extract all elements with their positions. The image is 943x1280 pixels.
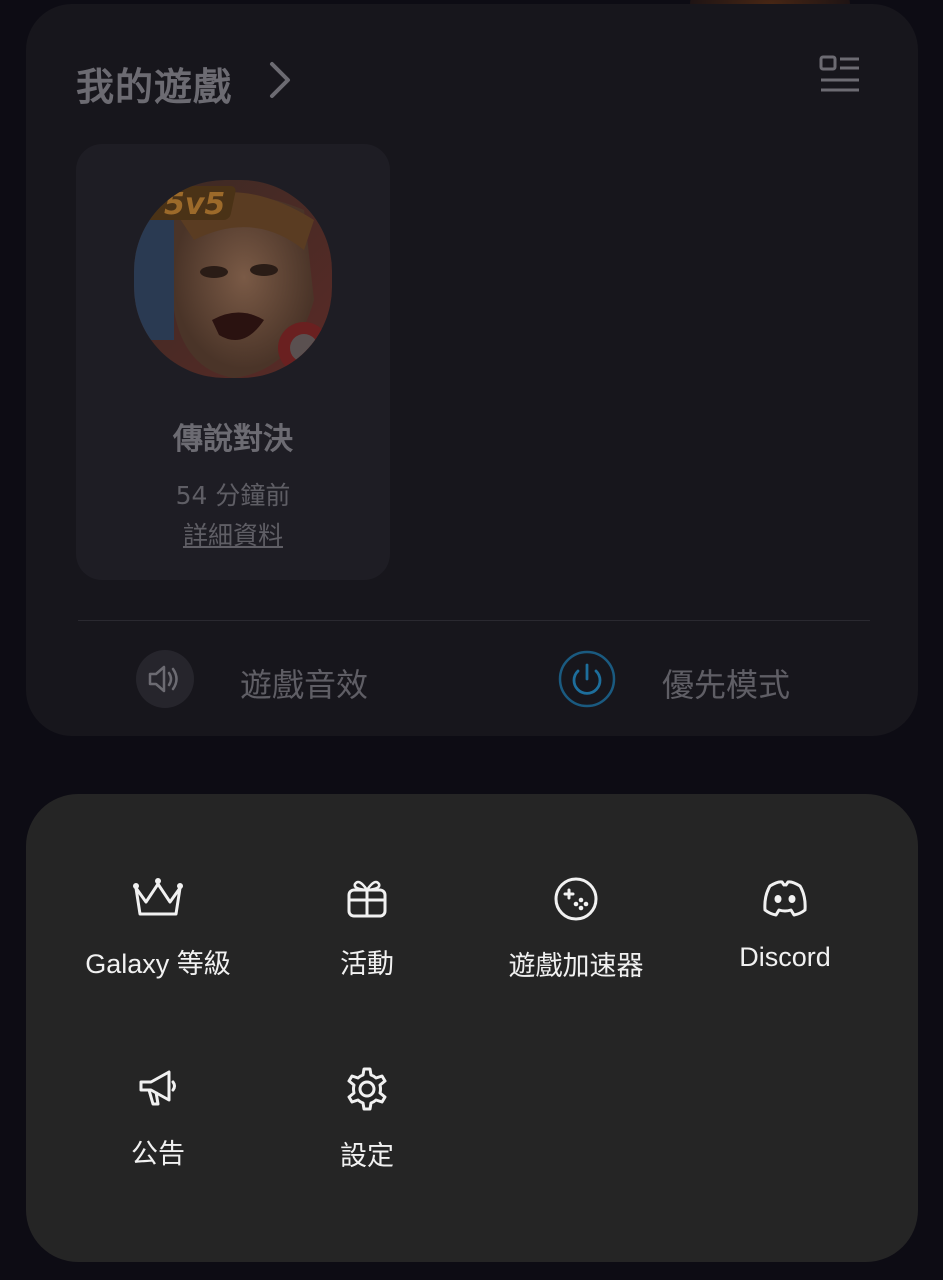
menu-item-label: 活動 [340,949,394,979]
menu-item-label: Galaxy 等級 [85,949,231,979]
list-view-icon[interactable] [818,54,862,98]
speaker-icon [148,665,178,693]
menu-item-game-booster[interactable]: 遊戲加速器 [466,876,686,983]
menu-item-galaxy-level[interactable]: Galaxy 等級 [48,876,268,981]
menu-item-label: Discord [739,942,831,972]
menu-item-label: 遊戲加速器 [508,951,644,981]
menu-item-announcements[interactable]: 公告 [48,1066,268,1171]
last-played-time: 54 分鐘前 [175,481,291,510]
discord-icon [763,880,807,917]
priority-mode-label: 優先模式 [662,666,791,704]
menu-item-settings[interactable]: 設定 [257,1066,477,1173]
my-games-title[interactable]: 我的遊戲 [76,56,232,111]
menu-item-label: 公告 [131,1139,185,1169]
gift-icon [347,880,387,918]
game-tile[interactable]: 5v5 傳說對決 54 分鐘前 詳細資料 [76,144,390,580]
game-sound-toggle[interactable] [136,650,194,708]
game-name: 傳說對決 [173,422,293,457]
gamepad-icon [554,877,598,921]
game-sound-label: 遊戲音效 [240,666,369,704]
menu-item-events[interactable]: 活動 [257,876,477,981]
priority-mode-toggle[interactable] [558,650,616,708]
svg-text:5v5: 5v5 [164,187,225,222]
crown-icon [133,878,183,916]
game-icon: 5v5 [134,180,332,378]
my-games-card: 我的遊戲 5v5 傳說對決 54 分鐘前 詳細資料 遊戲音效 優先模式 [26,4,918,736]
gear-icon [347,1067,387,1111]
chevron-right-icon[interactable] [266,60,296,100]
menu-item-label: 設定 [340,1141,394,1171]
megaphone-icon [139,1070,176,1106]
divider [78,620,870,621]
more-menu-panel: Galaxy 等級 活動 遊戲加速器 Discord 公告 設定 [26,794,918,1262]
details-link[interactable]: 詳細資料 [76,516,390,552]
menu-item-discord[interactable]: Discord [675,876,895,973]
